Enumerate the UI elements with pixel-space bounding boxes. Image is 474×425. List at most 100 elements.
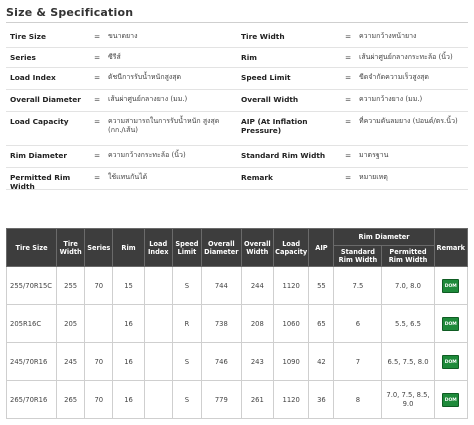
spec-row: Series = ซีรีส์ Rim = เส้นผ่าศูนย์กลางกระทะล้…	[6, 48, 468, 68]
table-row: 245/70R16 245 70 16 S 746 243 1090 42 7 6.5, 7.5, …	[5, 342, 469, 382]
cell-speed-limit: S	[171, 380, 203, 420]
spec-item: Load Capacity = ความสามารถในการรับน้ำหนัก …	[6, 117, 237, 145]
header-tire-width: Tire Width	[56, 227, 86, 268]
cell-remark: DOM	[433, 342, 469, 382]
cell-load-index	[143, 304, 173, 344]
cell-speed-limit: S	[171, 342, 203, 382]
spec-definition: ความกว้างกระทะล้อ (นิ้ว)	[108, 151, 186, 159]
cell-overall-width: 208	[240, 304, 274, 344]
cell-aip: 65	[308, 304, 335, 344]
spec-definition: ขนาดยาง	[108, 32, 138, 40]
spec-definition: ที่ความดันลมยาง (ปอนด์/ตร.นิ้ว)	[359, 117, 458, 125]
equals-sign: =	[94, 95, 101, 104]
cell-overall-width: 243	[240, 342, 274, 382]
spec-term: Standard Rim Width	[241, 151, 326, 160]
spec-term: Tire Size	[10, 32, 46, 41]
equals-sign: =	[94, 173, 101, 182]
spec-definition: ความกว้างหน้ายาง	[359, 32, 417, 40]
cell-standard-rim-width: 8	[333, 380, 383, 420]
cell-tire-width: 205	[56, 304, 86, 344]
equals-sign: =	[94, 117, 101, 126]
equals-sign: =	[345, 32, 352, 41]
header-permitted-rim-width: Permitted Rim Width	[381, 244, 435, 268]
table-row: 265/70R16 265 70 16 S 779 261 1120 36 8 7.0, 7.5, …	[5, 380, 469, 420]
spec-term: Overall Width	[241, 95, 299, 104]
table-row: 205R16C 205 16 R 738 208 1060 65 6 5.5, 6.5 DOM	[5, 304, 469, 344]
cell-tire-size: 255/70R15C	[5, 266, 58, 306]
cell-standard-rim-width: 7	[333, 342, 383, 382]
cell-load-index	[143, 266, 173, 306]
spec-definition: หมายเหตุ	[359, 173, 388, 181]
dom-badge-icon: DOM	[442, 392, 460, 407]
equals-sign: =	[94, 53, 101, 62]
spec-term: Load Index	[10, 73, 56, 82]
cell-standard-rim-width: 6	[333, 304, 383, 344]
spec-term: Tire Width	[241, 32, 285, 41]
cell-rim: 16	[112, 380, 145, 420]
dom-badge-icon: DOM	[442, 316, 460, 331]
cell-permitted-rim-width: 6.5, 7.5, 8.0	[381, 342, 435, 382]
cell-load-index	[143, 380, 173, 420]
cell-standard-rim-width: 7.5	[333, 266, 383, 306]
spec-item: Tire Size = ขนาดยาง	[6, 32, 237, 47]
spec-item: Overall Width = ความกว้างยาง (มม.)	[237, 95, 468, 111]
cell-tire-width: 255	[56, 266, 86, 306]
equals-sign: =	[345, 73, 352, 82]
cell-permitted-rim-width: 7.0, 7.5, 8.5, 9.0	[381, 380, 435, 420]
cell-permitted-rim-width: 5.5, 6.5	[381, 304, 435, 344]
spec-definition: ใช้แทนกันได้	[108, 173, 148, 181]
header-load-capacity: Load Capacity	[272, 227, 310, 268]
tire-spec-table: Tire Size Tire Width Series Rim Load Ind…	[5, 227, 469, 420]
header-tire-size: Tire Size	[5, 227, 58, 268]
equals-sign: =	[345, 53, 352, 62]
cell-tire-size: 205R16C	[5, 304, 58, 344]
spec-item: Load Index = ดัชนีการรับน้ำหนักสูงสุด	[6, 73, 237, 89]
spec-definition: ดัชนีการรับน้ำหนักสูงสุด	[108, 73, 182, 81]
spec-item: Remark = หมายเหตุ	[237, 173, 468, 189]
spec-term: AIP (At Inflation Pressure)	[241, 117, 308, 135]
header-standard-rim-width: Standard Rim Width	[333, 244, 383, 268]
cell-series: 70	[84, 380, 114, 420]
cell-remark: DOM	[433, 304, 469, 344]
spec-row: Load Index = ดัชนีการรับน้ำหนักสูงสุด Speed…	[6, 68, 468, 90]
cell-speed-limit: R	[171, 304, 203, 344]
equals-sign: =	[94, 73, 101, 82]
cell-permitted-rim-width: 7.0, 8.0	[381, 266, 435, 306]
spec-definition: ความสามารถในการรับน้ำหนัก สูงสุด (กก./เส…	[108, 117, 220, 135]
cell-rim: 16	[112, 342, 145, 382]
spec-definition: มาตรฐาน	[359, 151, 389, 159]
spec-term: Remark	[241, 173, 273, 182]
spec-term: Series	[10, 53, 36, 62]
spec-item: Overall Diameter = เส้นผ่าศูนย์กลางยาง (มม…	[6, 95, 237, 111]
cell-overall-diameter: 738	[201, 304, 242, 344]
header-load-index: Load Index	[143, 227, 173, 268]
spec-definition: เส้นผ่าศูนย์กลางกระทะล้อ (นิ้ว)	[359, 53, 453, 61]
cell-aip: 42	[308, 342, 335, 382]
cell-tire-width: 265	[56, 380, 86, 420]
header-remark: Remark	[433, 227, 469, 268]
header-series: Series	[84, 227, 114, 268]
cell-aip: 36	[308, 380, 335, 420]
equals-sign: =	[94, 151, 101, 160]
title-divider	[6, 22, 468, 23]
cell-rim: 16	[112, 304, 145, 344]
spec-item: Rim Diameter = ความกว้างกระทะล้อ (นิ้ว)	[6, 151, 237, 167]
spec-term: Speed Limit	[241, 73, 291, 82]
equals-sign: =	[345, 117, 352, 126]
spec-row: Tire Size = ขนาดยาง Tire Width = ความกว้างหน้…	[6, 27, 468, 48]
spec-item: Rim = เส้นผ่าศูนย์กลางกระทะล้อ (นิ้ว)	[237, 53, 468, 67]
dom-badge-icon: DOM	[442, 278, 460, 293]
equals-sign: =	[94, 32, 101, 41]
table-row: 255/70R15C 255 70 15 S 744 244 1120 55 7.5 7.0, 8.…	[5, 266, 469, 306]
spec-item: Series = ซีรีส์	[6, 53, 237, 67]
spec-item: Speed Limit = ขีดจำกัดความเร็วสูงสุด	[237, 73, 468, 89]
spec-definition: เส้นผ่าศูนย์กลางยาง (มม.)	[108, 95, 188, 103]
header-rim-diameter: Rim Diameter	[333, 228, 435, 246]
spec-term: Overall Diameter	[10, 95, 81, 104]
equals-sign: =	[345, 151, 352, 160]
spec-definition: ขีดจำกัดความเร็วสูงสุด	[359, 73, 429, 81]
equals-sign: =	[345, 95, 352, 104]
cell-overall-diameter: 744	[201, 266, 242, 306]
cell-load-capacity: 1120	[272, 266, 310, 306]
spec-item: Permitted Rim Width = ใช้แทนกันได้	[6, 173, 237, 191]
